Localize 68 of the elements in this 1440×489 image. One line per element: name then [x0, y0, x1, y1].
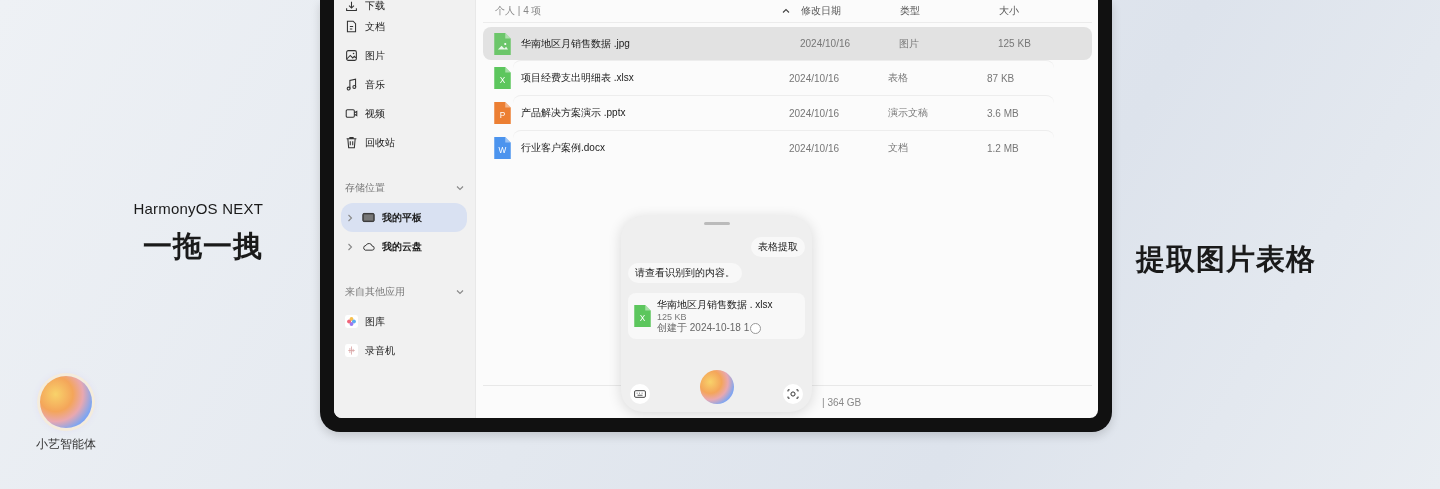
column-header[interactable]: 修改日期 [801, 4, 900, 18]
scan-icon[interactable] [783, 384, 803, 404]
sidebar-item[interactable]: 下载 [341, 0, 467, 12]
file-name: 行业客户案例.docx [521, 141, 605, 155]
sidebar-item[interactable]: 我的平板 [341, 203, 467, 232]
cloud-icon [362, 240, 375, 253]
drag-handle[interactable] [703, 222, 730, 225]
chevron-right-icon[interactable] [345, 212, 355, 223]
sidebar-item[interactable]: 回收站 [341, 128, 467, 157]
headline: 提取图片表格 [1136, 242, 1316, 277]
sidebar-item[interactable]: 我的云盘 [341, 232, 467, 261]
sidebar-item[interactable]: 图库 [341, 307, 467, 336]
brand-wordmark: HarmonyOS NEXT [133, 200, 263, 217]
headline: 一拖一拽 [143, 229, 263, 264]
sidebar-item[interactable]: 图片 [341, 41, 467, 70]
assistant-orb-icon[interactable] [699, 370, 734, 404]
file-type: 演示文稿 [888, 106, 929, 120]
document-file-icon: P [494, 102, 511, 124]
sort-up-icon[interactable] [781, 6, 791, 16]
chevron-right-icon[interactable] [345, 241, 355, 252]
section-title: 来自其他应用 [345, 285, 405, 299]
file-name: 项目经费支出明细表 .xlsx [521, 71, 634, 85]
sidebar-item[interactable]: 录音机 [341, 336, 467, 365]
modified-date: 2024/10/16 [789, 72, 841, 84]
file-size: 125 KB [657, 312, 688, 323]
download-icon [345, 0, 358, 13]
waveform-app-icon [345, 344, 358, 357]
music-note-icon [345, 78, 358, 91]
file-size: 1.2 MB [987, 142, 1020, 154]
file-size: 3.6 MB [987, 107, 1020, 119]
video-camera-icon [345, 107, 358, 120]
trash-icon [345, 136, 358, 149]
assistant-message: 请查看识别到的内容。 [628, 263, 742, 283]
file-type: 文档 [888, 141, 909, 155]
spreadsheet-file-icon: X [634, 304, 651, 327]
modified-date: 2024/10/16 [800, 38, 852, 49]
file-type: 图片 [899, 36, 920, 51]
section-title: 存储位置 [345, 181, 385, 195]
tablet-icon [362, 211, 375, 224]
assistant-label: 小艺智能体 [36, 436, 96, 453]
modified-date: 2024/10/16 [789, 107, 841, 119]
document-file-icon: X [494, 67, 511, 89]
column-header[interactable]: 类型 [900, 4, 999, 18]
storage-usage: | 364 GB [822, 396, 862, 408]
file-row[interactable]: 华南地区月销售数据 .jpg 2024/10/16 图片 125 KB [483, 27, 1092, 60]
file-size: 125 KB [998, 38, 1032, 49]
created-date: 创建于 2024-10-18 1 [657, 322, 750, 334]
image-icon [345, 49, 358, 62]
assistant-orb-icon [40, 376, 92, 428]
sidebar-item[interactable]: 视频 [341, 99, 467, 128]
modified-date: 2024/10/16 [789, 142, 841, 154]
column-header[interactable]: 大小 [999, 4, 1092, 18]
chevron-down-icon[interactable] [455, 183, 465, 193]
keyboard-icon[interactable] [630, 384, 650, 404]
file-card[interactable]: X 华南地区月销售数据 . xlsx 125 KB 创建于 2024-10-18 1 [628, 293, 805, 339]
document-file-icon: W [494, 137, 511, 159]
item-count: 个人 | 4 项 [495, 4, 542, 18]
chevron-down-icon[interactable] [455, 287, 465, 297]
user-message: 表格提取 [751, 237, 805, 257]
file-name: 华南地区月销售数据 . xlsx [657, 298, 773, 312]
sidebar-item[interactable]: 音乐 [341, 70, 467, 99]
file-name: 产品解决方案演示 .pptx [521, 106, 626, 120]
flower-app-icon [345, 315, 358, 328]
sidebar-item[interactable]: 文档 [341, 12, 467, 41]
file-type: 表格 [888, 71, 909, 85]
file-name: 华南地区月销售数据 .jpg [521, 36, 630, 51]
file-size: 87 KB [987, 72, 1016, 84]
document-icon [345, 20, 358, 33]
